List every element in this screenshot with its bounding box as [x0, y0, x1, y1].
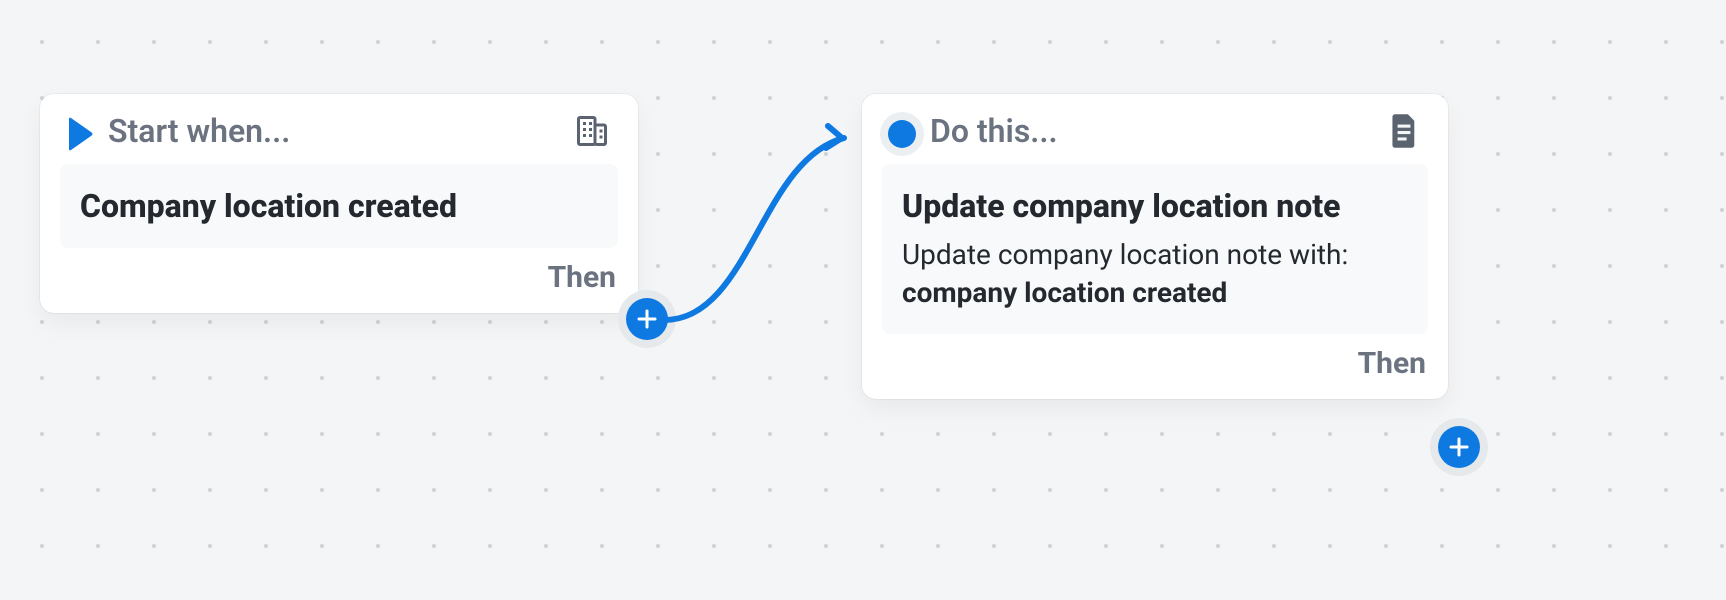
- add-step-button[interactable]: [1430, 418, 1488, 476]
- trigger-title: Company location created: [80, 186, 598, 226]
- action-card[interactable]: Do this... Update company location note …: [862, 94, 1448, 399]
- action-chip[interactable]: Update company location note Update comp…: [882, 164, 1428, 334]
- step-dot-icon: [880, 112, 924, 156]
- card-header: Do this...: [862, 94, 1448, 160]
- building-icon: [574, 113, 610, 149]
- action-header-label: Do this...: [930, 112, 1058, 150]
- trigger-chip[interactable]: Company location created: [60, 164, 618, 248]
- play-icon: [58, 112, 102, 156]
- trigger-card[interactable]: Start when... Company location created T…: [40, 94, 638, 313]
- card-header: Start when...: [40, 94, 638, 160]
- then-label: Then: [548, 260, 616, 295]
- trigger-header-label: Start when...: [108, 112, 290, 150]
- card-footer: Then: [862, 342, 1448, 399]
- flow-connector: [660, 110, 890, 340]
- document-icon: [1388, 113, 1420, 149]
- add-step-button[interactable]: [618, 290, 676, 348]
- then-label: Then: [1358, 346, 1426, 381]
- action-title: Update company location note: [902, 186, 1408, 226]
- action-description: Update company location note with: compa…: [902, 236, 1408, 312]
- card-footer: Then: [40, 256, 638, 313]
